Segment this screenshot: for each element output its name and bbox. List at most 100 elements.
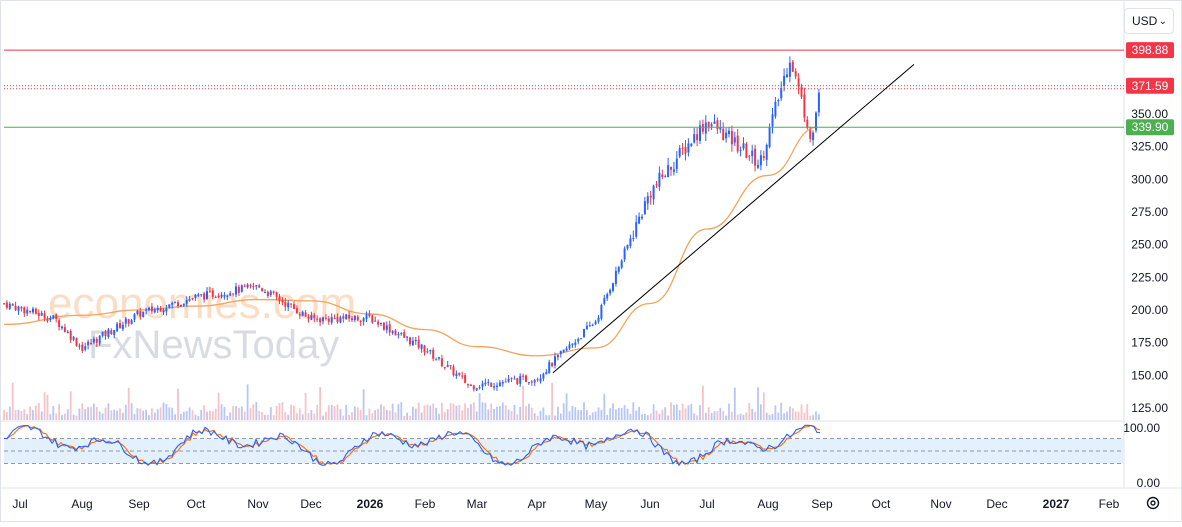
gear-icon[interactable] xyxy=(1143,493,1163,513)
volume-bar xyxy=(510,411,513,420)
trendline xyxy=(552,63,915,374)
candle xyxy=(678,145,681,158)
candle xyxy=(681,143,684,155)
volume-bar xyxy=(296,413,298,420)
price-levels: 398.88 371.59 339.90 xyxy=(4,42,1174,136)
trendline-line[interactable] xyxy=(552,63,915,374)
candle xyxy=(397,331,400,339)
candle xyxy=(388,320,391,336)
volume-bar xyxy=(11,382,14,420)
candle xyxy=(472,384,475,392)
candle xyxy=(475,387,478,392)
currency-select[interactable]: USD ⌄ xyxy=(1124,8,1174,34)
volume-bar xyxy=(667,415,669,420)
candle xyxy=(542,372,545,382)
volume-bar xyxy=(580,409,582,420)
candle xyxy=(643,196,646,215)
candle xyxy=(757,159,759,170)
volume-bar xyxy=(626,408,629,420)
candle xyxy=(452,364,455,377)
volume-bar xyxy=(530,407,533,420)
volume-bar xyxy=(678,410,681,420)
volume-bar xyxy=(446,409,449,420)
volume-bar xyxy=(287,414,290,420)
candle xyxy=(635,215,638,239)
candle xyxy=(461,371,464,380)
candle xyxy=(400,332,403,336)
volume-bar xyxy=(281,402,284,420)
volume-bar xyxy=(452,403,455,420)
candle xyxy=(620,259,623,270)
volume-bar xyxy=(220,404,223,420)
candle xyxy=(32,306,34,315)
candle xyxy=(345,313,348,320)
price-tick-label: 350.00 xyxy=(1131,107,1168,121)
volume-bar xyxy=(559,413,562,420)
volume-bar xyxy=(284,412,287,420)
candle xyxy=(571,343,574,348)
volume-bar xyxy=(548,415,551,420)
volume-bar xyxy=(72,414,75,420)
candle xyxy=(469,383,472,387)
time-tick-label: Aug xyxy=(71,497,92,511)
candle xyxy=(704,115,707,142)
candle xyxy=(661,169,664,180)
volume-bar xyxy=(716,410,719,420)
time-tick-label: Feb xyxy=(1099,497,1120,511)
candle xyxy=(658,166,661,191)
candle xyxy=(385,321,388,334)
volume-bar xyxy=(760,404,762,420)
candle xyxy=(762,150,765,161)
volume-bar xyxy=(194,414,197,420)
volume-bar xyxy=(171,407,174,420)
volume-bar xyxy=(14,410,17,420)
volume-bar xyxy=(748,402,751,420)
candle xyxy=(626,244,629,251)
volume-bar xyxy=(751,408,754,420)
time-tick-label: Nov xyxy=(247,497,268,511)
volume-bar xyxy=(356,407,359,420)
candle xyxy=(533,378,536,387)
volume-bar xyxy=(406,412,408,420)
candle xyxy=(771,107,774,134)
volume-bar xyxy=(293,405,295,420)
candle xyxy=(614,266,617,287)
volume-bar xyxy=(533,413,536,420)
volume-bar xyxy=(504,405,507,420)
volume-bar xyxy=(371,413,374,420)
volume-bar xyxy=(81,403,84,420)
volume-bar xyxy=(104,407,107,420)
volume-bar xyxy=(304,392,307,420)
volume-bar xyxy=(710,413,713,420)
candle xyxy=(504,378,507,383)
volume-bar xyxy=(290,404,292,420)
volume-bar xyxy=(217,392,220,420)
volume-bars xyxy=(3,382,820,420)
volume-bar xyxy=(771,413,774,420)
volume-bar xyxy=(635,410,638,420)
volume-bar xyxy=(565,393,568,420)
price-level-label: 339.90 xyxy=(1132,120,1169,134)
volume-bar xyxy=(664,407,667,420)
volume-bar xyxy=(733,387,736,420)
volume-bar xyxy=(142,410,145,420)
candle xyxy=(417,335,420,350)
volume-bar xyxy=(519,406,522,420)
volume-bar xyxy=(342,415,345,420)
candle xyxy=(623,246,626,262)
volume-bar xyxy=(612,403,614,420)
volume-bar xyxy=(43,392,46,420)
volume-bar xyxy=(777,412,780,420)
volume-bar xyxy=(275,406,278,420)
candle xyxy=(525,374,527,383)
candle xyxy=(736,128,739,154)
candle xyxy=(365,311,368,322)
volume-bar xyxy=(75,415,78,420)
volume-bar xyxy=(151,408,153,420)
volume-bar xyxy=(95,406,98,420)
volume-bar xyxy=(78,408,81,420)
price-chart[interactable]: economies.com FxNewsToday 398.88 371.59 33… xyxy=(0,0,1182,522)
volume-bar xyxy=(441,402,443,420)
candle xyxy=(498,380,501,387)
chart-area[interactable]: economies.com FxNewsToday 398.88 371.59 33… xyxy=(0,0,1182,522)
